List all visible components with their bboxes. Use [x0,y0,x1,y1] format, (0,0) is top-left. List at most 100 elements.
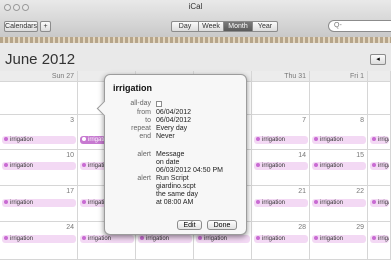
event-chip[interactable]: irrigation [196,235,250,243]
day-cell[interactable] [252,82,310,115]
event-chip[interactable]: irrigation [254,235,308,243]
event-chip[interactable]: irrigation [312,199,366,207]
view-year-tab[interactable]: Year [252,21,278,32]
alert-script-time: at 08:00 AM [156,199,194,206]
day-cell[interactable]: 3 irrigation [0,115,78,150]
day-cell[interactable] [0,82,78,115]
event-chip[interactable]: irrigation [312,162,366,170]
month-title: June 2012 [5,51,76,68]
event-chip[interactable]: irrigation [2,235,76,243]
event-chip[interactable]: irrigation [254,136,308,144]
window-title: iCal [188,2,203,11]
day-cell[interactable]: 28 irrigation [252,222,310,260]
add-calendar-button[interactable]: + [40,21,51,32]
day-cell[interactable]: irrigation [368,150,391,186]
day-cell[interactable]: 29 irrigation [310,222,368,260]
event-chip[interactable]: irrigation [2,136,76,144]
day-cell[interactable]: 14 irrigation [252,150,310,186]
alert-script-type[interactable]: Run Script [156,175,189,182]
day-cell[interactable]: 8 irrigation [310,115,368,150]
day-cell[interactable]: 10 irrigation [0,150,78,186]
allday-checkbox[interactable] [156,101,162,107]
alert-label: alert [137,151,151,158]
allday-label: all-day [130,100,151,107]
search-icon: Q- [334,22,342,29]
calendar-color-dot [314,236,318,241]
calendar-color-dot [256,200,260,205]
event-chip[interactable]: irrigation [138,235,192,243]
calendar-color-dot [140,236,144,241]
event-chip[interactable]: irrigation [312,136,366,144]
alert-message-datetime: 06/03/2012 04:50 PM [156,167,223,174]
event-info-popover: irrigation all-day from 06/04/2012 to 06… [96,74,247,235]
calendars-button[interactable]: Calendars [4,21,38,32]
calendar-color-dot [82,200,86,205]
event-chip[interactable]: irrigation [2,162,76,170]
calendar-color-dot [4,236,8,241]
calendar-color-dot [314,137,318,142]
alert-label: alert [137,175,151,182]
calendar-color-dot [372,163,376,168]
month-header: June 2012 ◂ [0,43,391,71]
event-chip[interactable]: irrigation [80,235,134,243]
previous-month-button[interactable]: ◂ [370,54,386,65]
day-cell[interactable]: 7 irrigation [252,115,310,150]
view-day-tab[interactable]: Day [171,21,199,32]
view-week-tab[interactable]: Week [198,21,224,32]
calendar-color-dot [372,200,376,205]
to-date[interactable]: 06/04/2012 [156,117,191,124]
search-input[interactable]: Q- [328,20,391,32]
calendar-color-dot [82,163,86,168]
alert-message-type[interactable]: Message [156,151,184,158]
event-chip[interactable]: irrigation [370,235,389,243]
view-month-tab[interactable]: Month [223,21,253,32]
end-label: end [139,133,151,140]
calendar-color-dot [4,200,8,205]
day-cell[interactable]: 21 irrigation [252,186,310,222]
alert-script-timing: the same day [156,191,199,198]
from-label: from [137,109,151,116]
event-chip[interactable]: irrigation [254,199,308,207]
day-cell[interactable]: 15 irrigation [310,150,368,186]
calendar-color-dot [256,236,260,241]
event-chip[interactable]: irrigation [312,235,366,243]
calendar-color-dot [4,137,8,142]
calendar-color-dot [256,163,260,168]
event-chip[interactable]: irrigation [370,162,389,170]
calendar-color-dot [314,163,318,168]
event-chip[interactable]: irrigation [254,162,308,170]
alert-message-timing: on date [156,159,180,166]
from-date[interactable]: 06/04/2012 [156,109,191,116]
day-cell[interactable] [310,82,368,115]
calendar-color-dot [372,137,376,142]
day-cell[interactable] [368,82,391,115]
title-bar: iCal Calendars + Day Week Month Year Q- [0,0,391,38]
calendar-color-dot [198,236,202,241]
calendar-color-dot [256,137,260,142]
event-chip[interactable]: irrigation [2,199,76,207]
weekday-header-sun: Sun 27 [0,71,78,82]
event-chip[interactable]: irrigation [370,199,389,207]
repeat-value[interactable]: Every day [156,125,187,132]
weekday-header-thu: Thu 31 [252,71,310,82]
calendar-color-dot [4,163,8,168]
alert-script-file: giardino.scpt [156,183,196,190]
day-cell[interactable]: 17 irrigation [0,186,78,222]
day-cell[interactable]: 24 irrigation [0,222,78,260]
calendar-color-dot [82,137,86,142]
edit-button[interactable]: Edit [177,220,202,230]
event-chip[interactable]: irrigation [370,136,389,144]
weekday-header-fri: Fri 1 [310,71,368,82]
day-cell[interactable]: irrigation [368,115,391,150]
ical-window: iCal Calendars + Day Week Month Year Q- … [0,0,391,260]
end-value[interactable]: Never [156,133,175,140]
day-cell[interactable]: 22 irrigation [310,186,368,222]
event-title[interactable]: irrigation [113,83,152,93]
calendar-color-dot [372,236,376,241]
calendar-color-dot [314,200,318,205]
calendar-color-dot [82,236,86,241]
done-button[interactable]: Done [207,220,237,230]
day-cell[interactable]: irrigation [368,222,391,260]
repeat-label: repeat [131,125,151,132]
day-cell[interactable]: irrigation [368,186,391,222]
